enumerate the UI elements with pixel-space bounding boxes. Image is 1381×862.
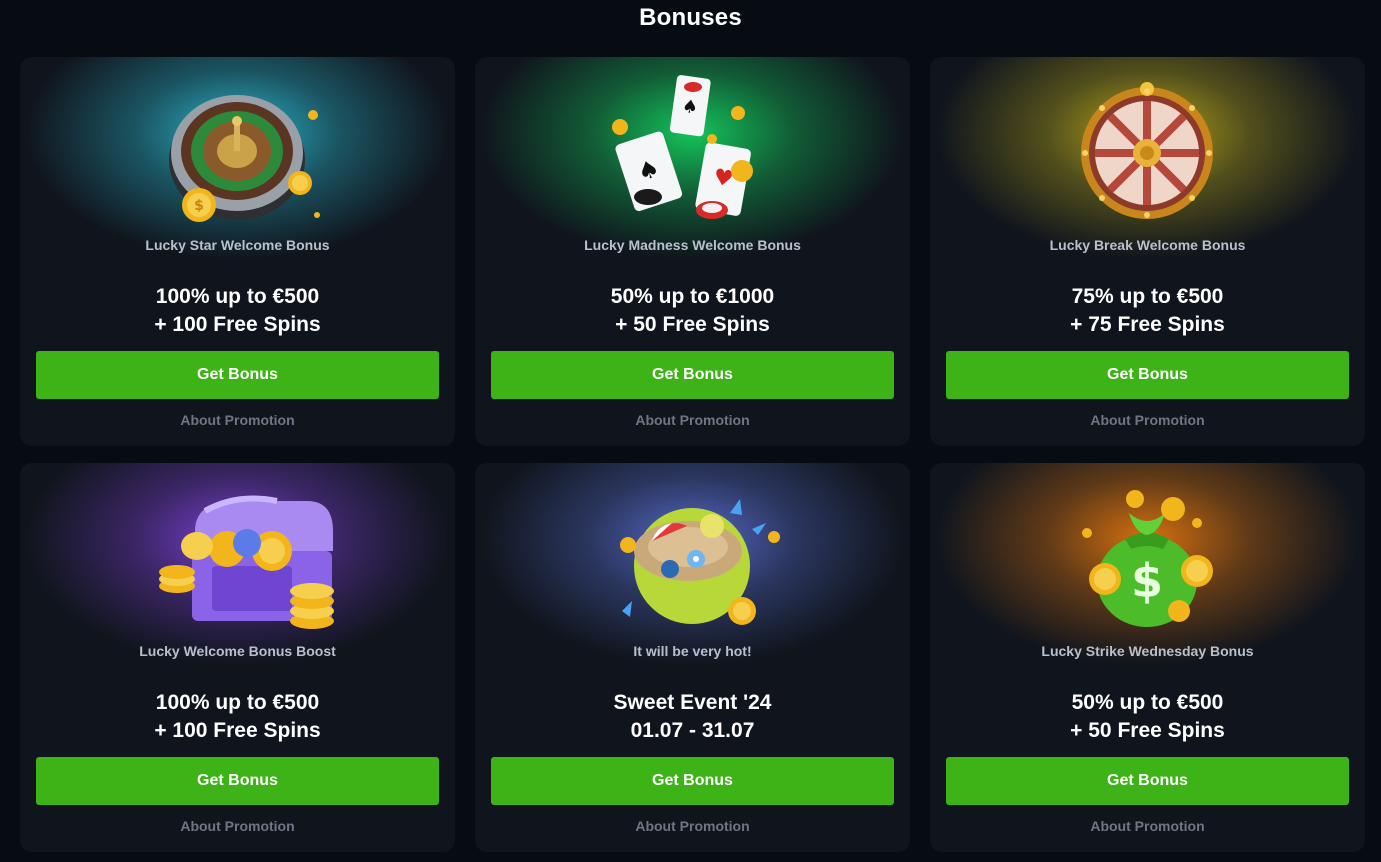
bonus-card: ♠ ♠ ♥ Lucky Madness Welcome Bonus 50% up… — [475, 57, 910, 446]
get-bonus-button[interactable]: Get Bonus — [491, 351, 894, 399]
bonus-offer: Sweet Event '24 01.07 - 31.07 — [475, 689, 910, 745]
offer-line: 100% up to €500 — [155, 691, 320, 714]
bonus-offer: 50% up to €500 + 50 Free Spins — [930, 689, 1365, 745]
bonus-offer: 75% up to €500 + 75 Free Spins — [930, 283, 1365, 339]
get-bonus-button[interactable]: Get Bonus — [36, 757, 439, 805]
get-bonus-button[interactable]: Get Bonus — [491, 757, 894, 805]
get-bonus-button[interactable]: Get Bonus — [946, 351, 1349, 399]
roulette-wheel-icon: $ — [169, 95, 320, 222]
prize-wheel-icon — [1081, 82, 1213, 219]
offer-line: + 100 Free Spins — [154, 719, 321, 742]
bonus-subtitle: Lucky Star Welcome Bonus — [145, 237, 330, 253]
treasure-chest-icon — [159, 495, 334, 629]
offer-line: 75% up to €500 — [1071, 285, 1224, 308]
about-promotion-link[interactable]: About Promotion — [20, 412, 455, 428]
svg-text:$: $ — [194, 198, 204, 214]
bonus-card: $ Lucky Star Welcome Bonus 100% up to €5… — [20, 57, 455, 446]
get-bonus-button[interactable]: Get Bonus — [36, 351, 439, 399]
about-promotion-link[interactable]: About Promotion — [930, 818, 1365, 834]
bonus-card: It will be very hot! Sweet Event '24 01.… — [475, 463, 910, 852]
offer-line: + 50 Free Spins — [1070, 719, 1225, 742]
playing-cards-icon: ♠ ♠ ♥ — [612, 75, 753, 219]
svg-text:$: $ — [1131, 554, 1163, 608]
svg-text:♠: ♠ — [681, 96, 700, 119]
offer-line: + 75 Free Spins — [1070, 313, 1225, 336]
bonus-subtitle: Lucky Madness Welcome Bonus — [584, 237, 801, 253]
offer-line: Sweet Event '24 — [613, 691, 772, 714]
offer-line: 50% up to €1000 — [610, 285, 775, 308]
bonus-card: Lucky Break Welcome Bonus 75% up to €500… — [930, 57, 1365, 446]
bonus-subtitle: Lucky Welcome Bonus Boost — [139, 643, 336, 659]
offer-line: + 100 Free Spins — [154, 313, 321, 336]
about-promotion-link[interactable]: About Promotion — [20, 818, 455, 834]
get-bonus-button[interactable]: Get Bonus — [946, 757, 1349, 805]
bonus-offer: 100% up to €500 + 100 Free Spins — [20, 689, 455, 745]
bonus-subtitle: Lucky Strike Wednesday Bonus — [1041, 643, 1254, 659]
offer-line: + 50 Free Spins — [615, 313, 770, 336]
bonus-offer: 50% up to €1000 + 50 Free Spins — [475, 283, 910, 339]
offer-line: 01.07 - 31.07 — [630, 719, 755, 742]
offer-line: 100% up to €500 — [155, 285, 320, 308]
about-promotion-link[interactable]: About Promotion — [930, 412, 1365, 428]
bonus-subtitle: It will be very hot! — [633, 643, 752, 659]
offer-line: 50% up to €500 — [1071, 691, 1224, 714]
bonus-subtitle: Lucky Break Welcome Bonus — [1049, 237, 1246, 253]
bonus-grid: $ Lucky Star Welcome Bonus 100% up to €5… — [20, 57, 1365, 852]
bonus-card: $ Lucky Strike Wednesday Bonus 50% up to… — [930, 463, 1365, 852]
about-promotion-link[interactable]: About Promotion — [475, 818, 910, 834]
about-promotion-link[interactable]: About Promotion — [475, 412, 910, 428]
money-bag-icon: $ — [1082, 490, 1213, 627]
bonus-offer: 100% up to €500 + 100 Free Spins — [20, 283, 455, 339]
bonus-card: Lucky Welcome Bonus Boost 100% up to €50… — [20, 463, 455, 852]
summer-island-icon — [620, 499, 780, 625]
page-title: Bonuses — [639, 4, 742, 31]
